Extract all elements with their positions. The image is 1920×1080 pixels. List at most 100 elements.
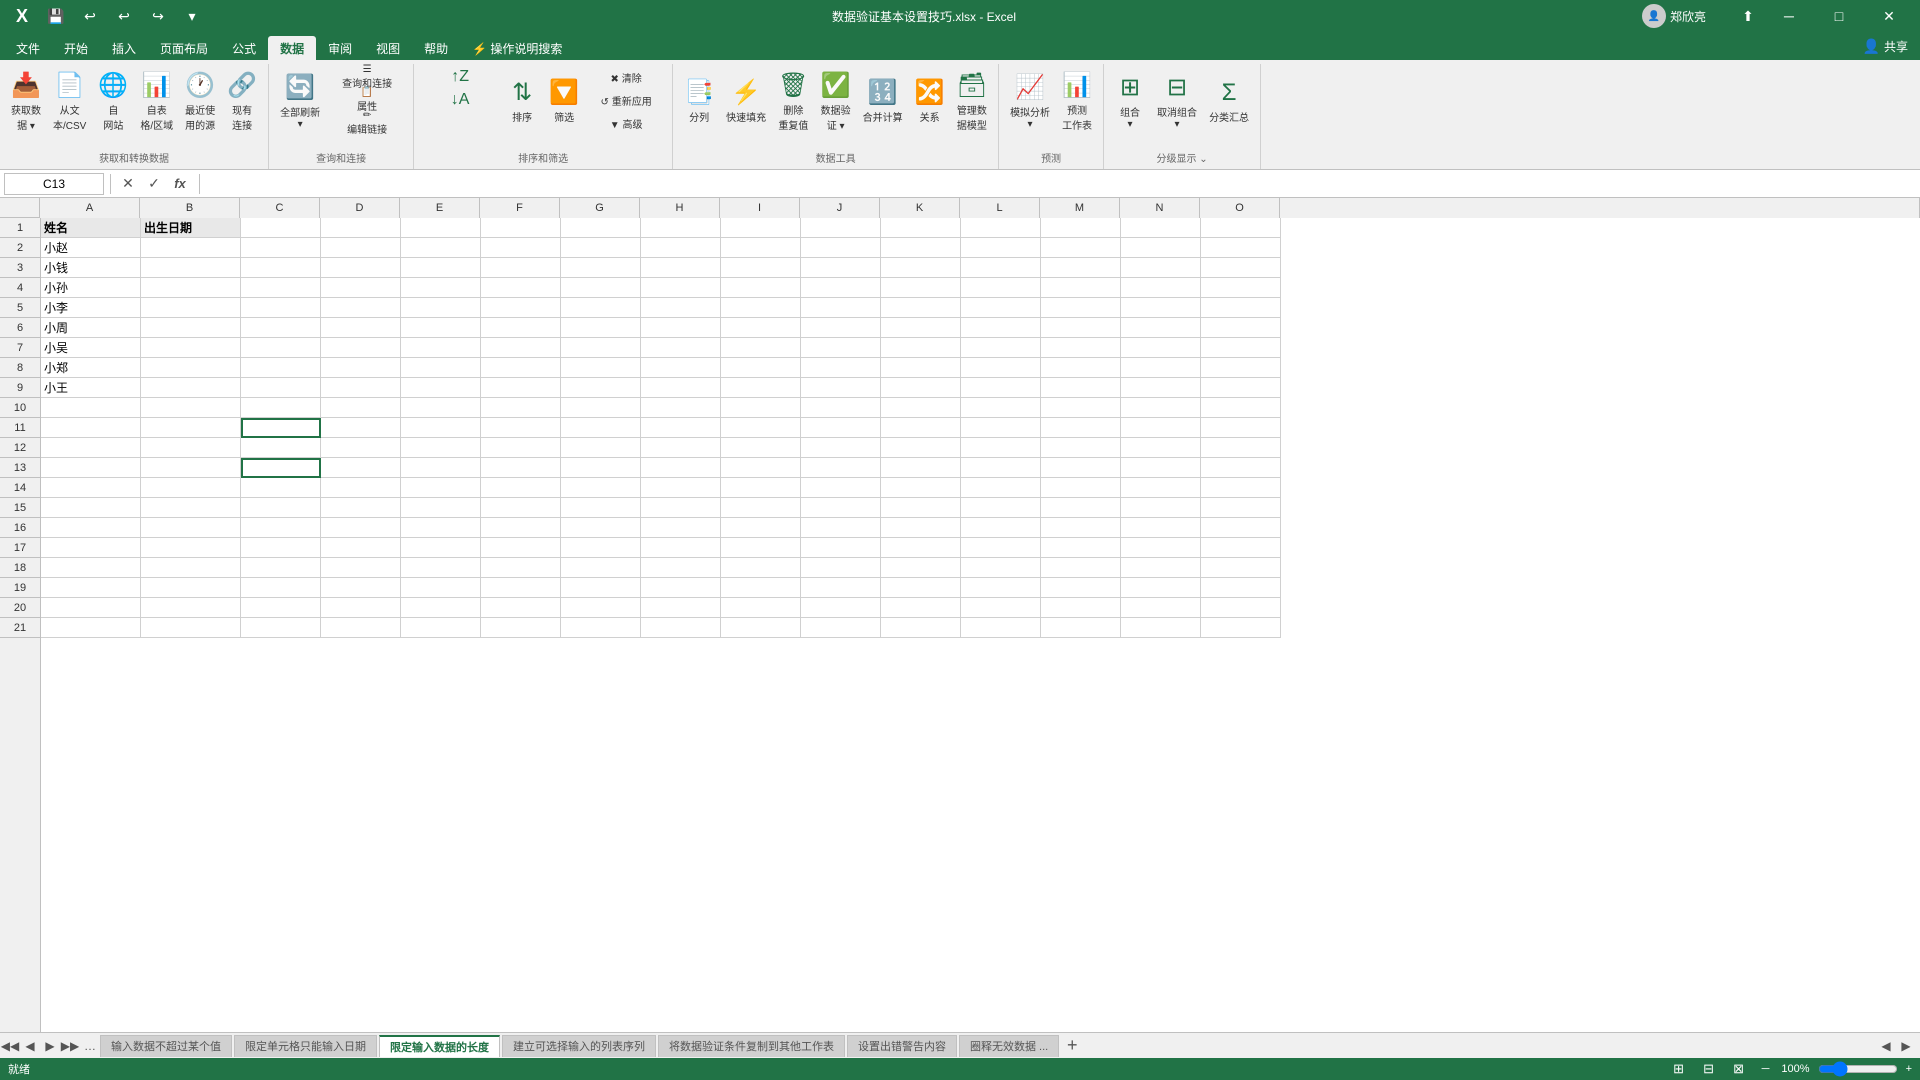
cell-j17[interactable] [801, 538, 881, 558]
redo-button[interactable]: ↪ [144, 2, 172, 30]
page-break-view-button[interactable]: ⊠ [1728, 1060, 1750, 1078]
cell-f16[interactable] [481, 518, 561, 538]
subtotal-button[interactable]: Σ 分类汇总 [1204, 66, 1254, 136]
cell-e14[interactable] [401, 478, 481, 498]
cell-m17[interactable] [1041, 538, 1121, 558]
cell-g9[interactable] [561, 378, 641, 398]
normal-view-button[interactable]: ⊞ [1668, 1060, 1690, 1078]
cell-c4[interactable] [241, 278, 321, 298]
cell-b16[interactable] [141, 518, 241, 538]
sheet-nav-prev[interactable]: ◀ [20, 1035, 40, 1057]
cell-g13[interactable] [561, 458, 641, 478]
cell-o6[interactable] [1201, 318, 1281, 338]
cell-o1[interactable] [1201, 218, 1281, 238]
cell-n18[interactable] [1121, 558, 1201, 578]
cell-f8[interactable] [481, 358, 561, 378]
row-header-20[interactable]: 20 [0, 598, 40, 618]
cell-j12[interactable] [801, 438, 881, 458]
cell-f1[interactable] [481, 218, 561, 238]
cell-b21[interactable] [141, 618, 241, 638]
customize-quick-access[interactable]: ▾ [178, 2, 206, 30]
cell-m1[interactable] [1041, 218, 1121, 238]
cell-g4[interactable] [561, 278, 641, 298]
cell-b2[interactable] [141, 238, 241, 258]
cell-j3[interactable] [801, 258, 881, 278]
cell-m8[interactable] [1041, 358, 1121, 378]
sheet-nav-first[interactable]: ◀◀ [0, 1035, 20, 1057]
cell-m18[interactable] [1041, 558, 1121, 578]
sheet-nav-next[interactable]: ▶ [40, 1035, 60, 1057]
cell-i4[interactable] [721, 278, 801, 298]
cell-j8[interactable] [801, 358, 881, 378]
row-header-13[interactable]: 13 [0, 458, 40, 478]
cell-l21[interactable] [961, 618, 1041, 638]
cell-e12[interactable] [401, 438, 481, 458]
sheet-tab-2[interactable]: 限定单元格只能输入日期 [234, 1035, 377, 1057]
col-header-j[interactable]: J [800, 198, 880, 218]
cell-c13[interactable] [241, 418, 321, 438]
cell-d8[interactable] [321, 358, 401, 378]
cell-g1[interactable] [561, 218, 641, 238]
cell-j16[interactable] [801, 518, 881, 538]
scroll-right-btn[interactable]: ▶ [1896, 1035, 1916, 1057]
cell-a19[interactable] [41, 578, 141, 598]
cell-b8[interactable] [141, 358, 241, 378]
sheet-tab-1[interactable]: 输入数据不超过某个值 [100, 1035, 232, 1057]
cell-f10[interactable] [481, 398, 561, 418]
cell-e9[interactable] [401, 378, 481, 398]
cell-j21[interactable] [801, 618, 881, 638]
row-header-3[interactable]: 3 [0, 258, 40, 278]
cell-o2[interactable] [1201, 238, 1281, 258]
cell-g20[interactable] [561, 598, 641, 618]
col-header-o[interactable]: O [1200, 198, 1280, 218]
cell-l8[interactable] [961, 358, 1041, 378]
cell-m9[interactable] [1041, 378, 1121, 398]
cell-n10[interactable] [1121, 398, 1201, 418]
cell-a21[interactable] [41, 618, 141, 638]
cell-l13[interactable] [961, 458, 1041, 478]
cell-a8[interactable]: 小郑 [41, 358, 141, 378]
cell-d6[interactable] [321, 318, 401, 338]
cell-l9[interactable] [961, 378, 1041, 398]
cell-b10[interactable] [141, 398, 241, 418]
cell-e7[interactable] [401, 338, 481, 358]
cell-f3[interactable] [481, 258, 561, 278]
cell-o19[interactable] [1201, 578, 1281, 598]
cell-m21[interactable] [1041, 618, 1121, 638]
cell-c15[interactable] [241, 498, 321, 518]
cell-l7[interactable] [961, 338, 1041, 358]
cell-n8[interactable] [1121, 358, 1201, 378]
cell-a10[interactable] [41, 398, 141, 418]
row-header-12[interactable]: 12 [0, 438, 40, 458]
cell-a20[interactable] [41, 598, 141, 618]
cell-e3[interactable] [401, 258, 481, 278]
cell-i21[interactable] [721, 618, 801, 638]
cell-b7[interactable] [141, 338, 241, 358]
cell-a5[interactable]: 小李 [41, 298, 141, 318]
cell-k20[interactable] [881, 598, 961, 618]
cell-a6[interactable]: 小周 [41, 318, 141, 338]
cell-e15[interactable] [401, 498, 481, 518]
cell-c1[interactable] [241, 218, 321, 238]
cell-l4[interactable] [961, 278, 1041, 298]
undo-button[interactable]: ↩ [76, 2, 104, 30]
col-header-i[interactable]: I [720, 198, 800, 218]
cell-h9[interactable] [641, 378, 721, 398]
cell-h12[interactable] [641, 438, 721, 458]
cell-l12[interactable] [961, 438, 1041, 458]
cell-m3[interactable] [1041, 258, 1121, 278]
row-header-21[interactable]: 21 [0, 618, 40, 638]
cell-a1[interactable]: 姓名 [41, 218, 141, 238]
cell-k1[interactable] [881, 218, 961, 238]
reapply-button[interactable]: ↺ 重新应用 [586, 89, 666, 111]
from-web-button[interactable]: 🌐 自网站 [93, 66, 133, 136]
cell-f17[interactable] [481, 538, 561, 558]
cell-j1[interactable] [801, 218, 881, 238]
cell-n19[interactable] [1121, 578, 1201, 598]
cell-n11[interactable] [1121, 418, 1201, 438]
cell-d2[interactable] [321, 238, 401, 258]
cell-e19[interactable] [401, 578, 481, 598]
cell-c5[interactable] [241, 298, 321, 318]
cell-h13[interactable] [641, 458, 721, 478]
cell-l3[interactable] [961, 258, 1041, 278]
